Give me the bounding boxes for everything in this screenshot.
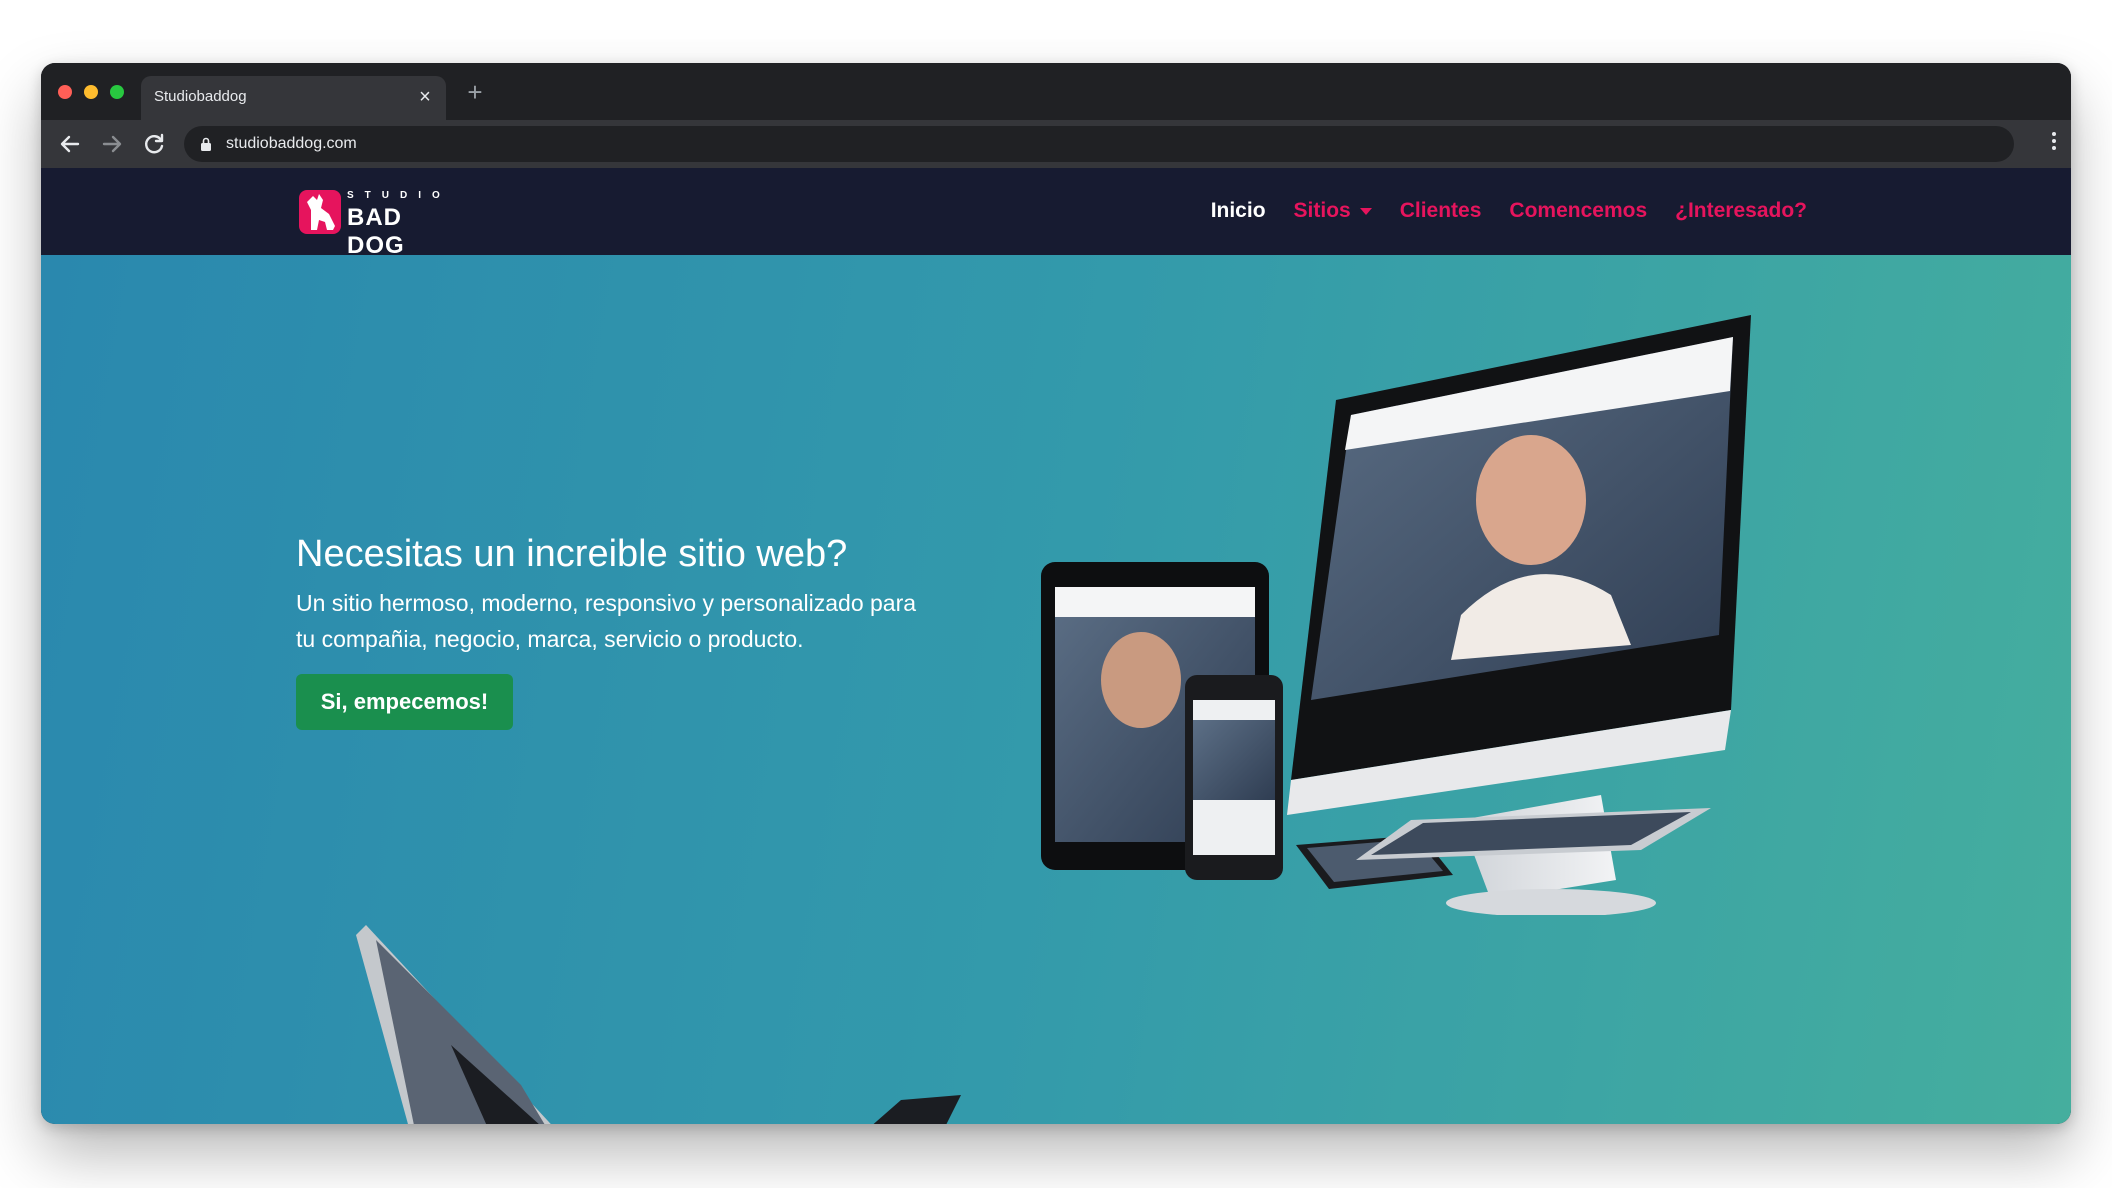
close-window-button[interactable] (58, 85, 72, 99)
zoom-window-button[interactable] (110, 85, 124, 99)
dog-logo-icon (299, 190, 341, 234)
responsive-devices-illustration (1041, 315, 1751, 915)
forward-icon[interactable] (97, 129, 127, 159)
browser-toolbar: studiobaddog.com (41, 120, 2071, 168)
hero-title: Necesitas un increible sitio web? (296, 533, 848, 575)
main-menu: Inicio Sitios Clientes Comencemos ¿Inter… (1211, 199, 1807, 223)
site-navbar: STUDIO BAD DOG Inicio Sitios Clientes Co… (41, 168, 2071, 259)
browser-window: Studiobaddog × + studiobaddog.com STUDIO… (41, 63, 2071, 1124)
nav-link-interesado[interactable]: ¿Interesado? (1675, 199, 1807, 223)
hero-subtitle: Un sitio hermoso, moderno, responsivo y … (296, 590, 917, 652)
nav-link-comencemos[interactable]: Comencemos (1509, 199, 1647, 223)
nav-link-clientes[interactable]: Clientes (1400, 199, 1482, 223)
site-logo[interactable]: STUDIO BAD DOG (299, 186, 464, 259)
nav-link-sitios[interactable]: Sitios (1294, 199, 1372, 223)
new-tab-button[interactable]: + (462, 79, 488, 105)
address-bar[interactable]: studiobaddog.com (184, 126, 2014, 162)
cta-button[interactable]: Si, empecemos! (296, 674, 513, 730)
lock-icon (201, 137, 211, 151)
nav-link-sitios-label: Sitios (1293, 199, 1351, 222)
web-page: STUDIO BAD DOG Inicio Sitios Clientes Co… (41, 168, 2071, 1124)
hero-section: Necesitas un increible sitio web? Un sit… (41, 255, 2071, 1124)
back-icon[interactable] (55, 129, 85, 159)
logo-name-text: BAD DOG (347, 204, 405, 259)
tab-strip: Studiobaddog × + (41, 63, 2071, 120)
tab-title: Studiobaddog (154, 88, 247, 105)
reload-icon[interactable] (139, 129, 169, 159)
laptop-illustration (356, 925, 961, 1124)
nav-link-inicio[interactable]: Inicio (1211, 199, 1266, 223)
tab-studiobaddog[interactable]: Studiobaddog × (141, 76, 446, 120)
url-text[interactable]: studiobaddog.com (226, 135, 357, 153)
logo-studio-text: STUDIO (347, 190, 451, 201)
close-tab-icon[interactable]: × (414, 86, 436, 108)
caret-down-icon (1359, 207, 1372, 215)
kebab-menu-icon[interactable] (2051, 132, 2057, 156)
minimize-window-button[interactable] (84, 85, 98, 99)
